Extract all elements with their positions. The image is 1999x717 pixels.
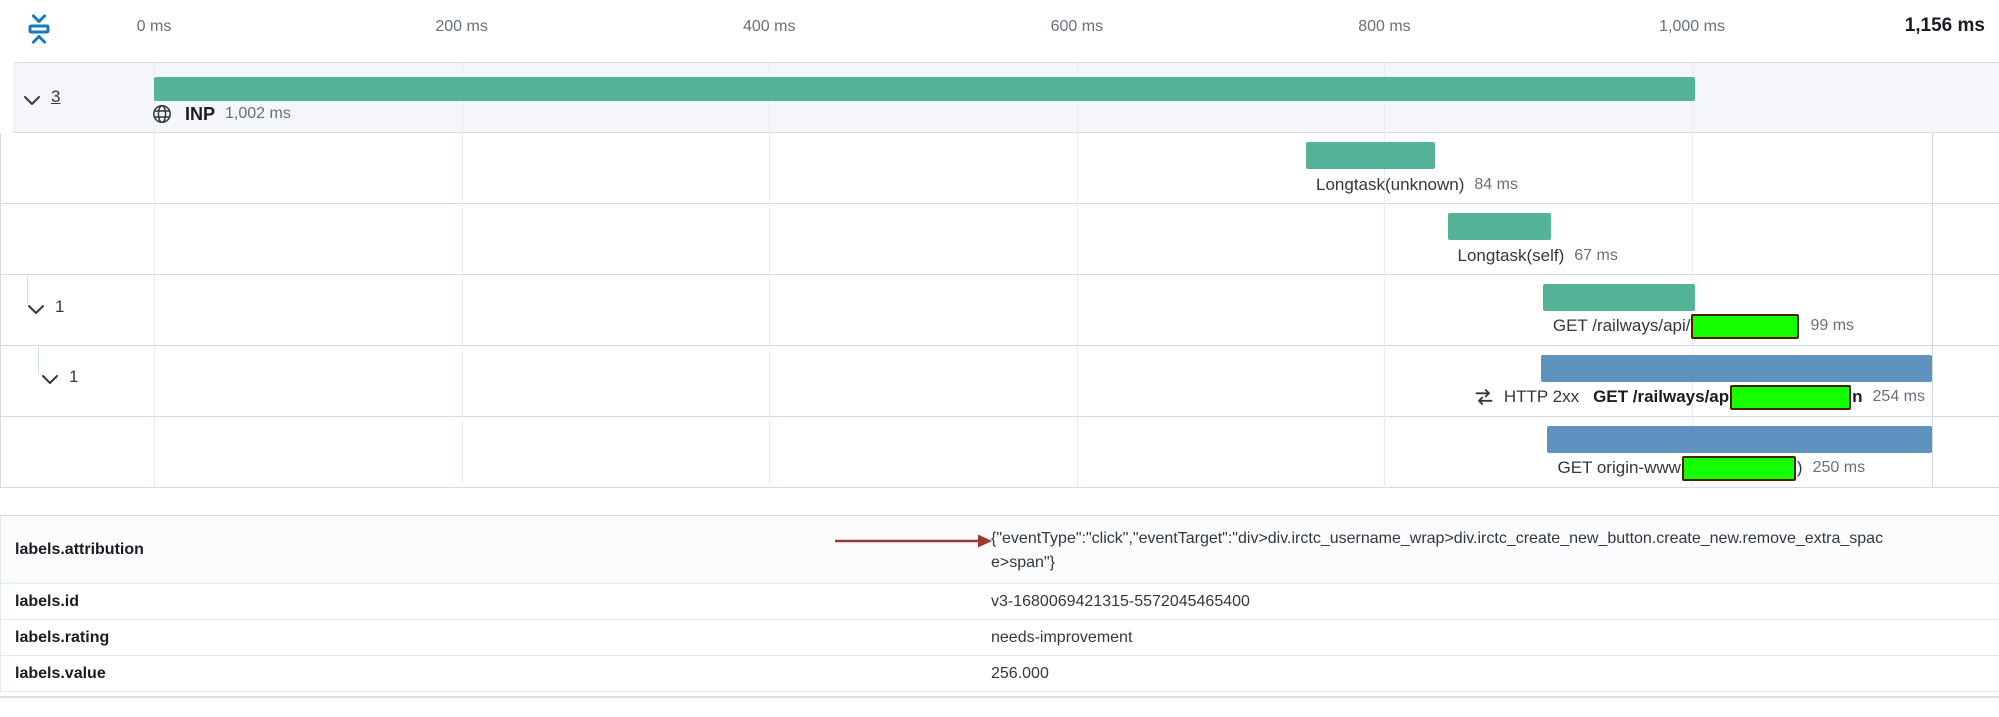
- longtask-self-bar[interactable]: [1448, 213, 1551, 240]
- span-duration: 67 ms: [1574, 247, 1618, 265]
- span-title: GET origin-www: [1557, 458, 1680, 478]
- span-title: Longtask(self): [1458, 246, 1565, 266]
- span-title: Longtask(unknown): [1316, 175, 1464, 195]
- table-row: labels.value 256.000: [1, 656, 1999, 692]
- gridline: [1384, 63, 1385, 488]
- collapse-transaction-button[interactable]: [41, 372, 61, 386]
- get-railways-api-bar[interactable]: [1543, 284, 1695, 311]
- get-origin-bar[interactable]: [1547, 426, 1932, 453]
- trace-total-duration: 1,156 ms: [1905, 15, 1985, 37]
- waterfall-row: [0, 204, 1999, 275]
- transaction-duration: 254 ms: [1873, 388, 1925, 406]
- redaction-box: [1730, 385, 1851, 410]
- collapse-inp-button[interactable]: [23, 93, 43, 107]
- metadata-value: needs-improvement: [991, 620, 1999, 655]
- span-duration: 84 ms: [1474, 176, 1518, 194]
- longtask-unknown-label: Longtask(unknown) 84 ms: [1316, 173, 1518, 197]
- gridline: [1692, 63, 1693, 488]
- table-row: labels.id v3-1680069421315-5572045465400: [1, 584, 1999, 620]
- globe-icon: [151, 103, 173, 125]
- tree-indent-guide: [27, 276, 28, 303]
- redaction-box: [1691, 314, 1799, 339]
- gridline: [769, 63, 770, 488]
- span-duration: 250 ms: [1813, 459, 1865, 477]
- get-railways-api-label: GET /railways/api/ 99 ms: [1553, 313, 1854, 339]
- metadata-table: labels.attribution {"eventType":"click",…: [0, 515, 1999, 692]
- timeline-tick: 200 ms: [435, 18, 487, 36]
- apm-trace-waterfall-view: 0 ms 200 ms 400 ms 600 ms 800 ms 1,000 ms 1,1…: [0, 0, 1999, 717]
- fold-timeline-button[interactable]: [24, 10, 58, 48]
- span-duration: 99 ms: [1810, 317, 1854, 335]
- transaction-title: GET /railways/ap: [1593, 387, 1729, 407]
- gridline: [462, 63, 463, 488]
- inp-child-count-link[interactable]: 3: [51, 87, 60, 107]
- chevron-down-icon: [41, 374, 59, 385]
- inp-bar[interactable]: [154, 77, 1695, 101]
- http-transaction-bar[interactable]: [1541, 355, 1932, 382]
- waterfall-row: [0, 133, 1999, 204]
- transaction-result-badge: HTTP 2xx: [1504, 387, 1579, 407]
- collapse-span-button[interactable]: [27, 302, 47, 316]
- inp-label: INP 1,002 ms: [151, 100, 291, 128]
- metadata-key: labels.rating: [1, 620, 991, 655]
- gridline-trace-end: [1932, 133, 1933, 488]
- waterfall-left-border: [0, 133, 1, 488]
- timeline-tick: 600 ms: [1051, 18, 1103, 36]
- table-row: labels.attribution {"eventType":"click",…: [1, 516, 1999, 584]
- span-duration: 1,002 ms: [225, 105, 291, 123]
- metadata-value: 256.000: [991, 656, 1999, 691]
- span-title-suffix: ): [1797, 458, 1803, 478]
- annotation-arrow-icon: [832, 530, 997, 552]
- metadata-value: {"eventType":"click","eventTarget":"div>…: [991, 516, 1896, 583]
- timeline-tick: 0 ms: [137, 18, 172, 36]
- timeline-tick: 800 ms: [1358, 18, 1410, 36]
- span-title: GET /railways/api/: [1553, 316, 1691, 336]
- metadata-key: labels.value: [1, 656, 991, 691]
- metadata-value: v3-1680069421315-5572045465400: [991, 584, 1999, 619]
- timeline-tick: 400 ms: [743, 18, 795, 36]
- table-row: labels.rating needs-improvement: [1, 620, 1999, 656]
- tree-indent-guide: [38, 347, 39, 373]
- get-origin-label: GET origin-www) 250 ms: [1557, 455, 1865, 481]
- fold-icon: [24, 12, 54, 46]
- span-child-count[interactable]: 1: [55, 297, 64, 317]
- longtask-unknown-bar[interactable]: [1306, 142, 1435, 169]
- panel-bottom-border: [0, 696, 1999, 698]
- metadata-key: labels.id: [1, 584, 991, 619]
- span-title: INP: [185, 104, 215, 125]
- gridline: [1077, 63, 1078, 488]
- http-transaction-label: HTTP 2xx GET /railways/ap n 254 ms: [1474, 384, 1925, 410]
- chevron-down-icon: [23, 95, 41, 106]
- redaction-box: [1682, 456, 1796, 481]
- chevron-down-icon: [27, 304, 45, 315]
- timeline-tick: 1,000 ms: [1659, 18, 1725, 36]
- longtask-self-label: Longtask(self) 67 ms: [1458, 244, 1618, 268]
- transaction-title-suffix: n: [1852, 387, 1862, 407]
- merge-icon: [1474, 387, 1494, 407]
- transaction-child-count[interactable]: 1: [69, 367, 78, 387]
